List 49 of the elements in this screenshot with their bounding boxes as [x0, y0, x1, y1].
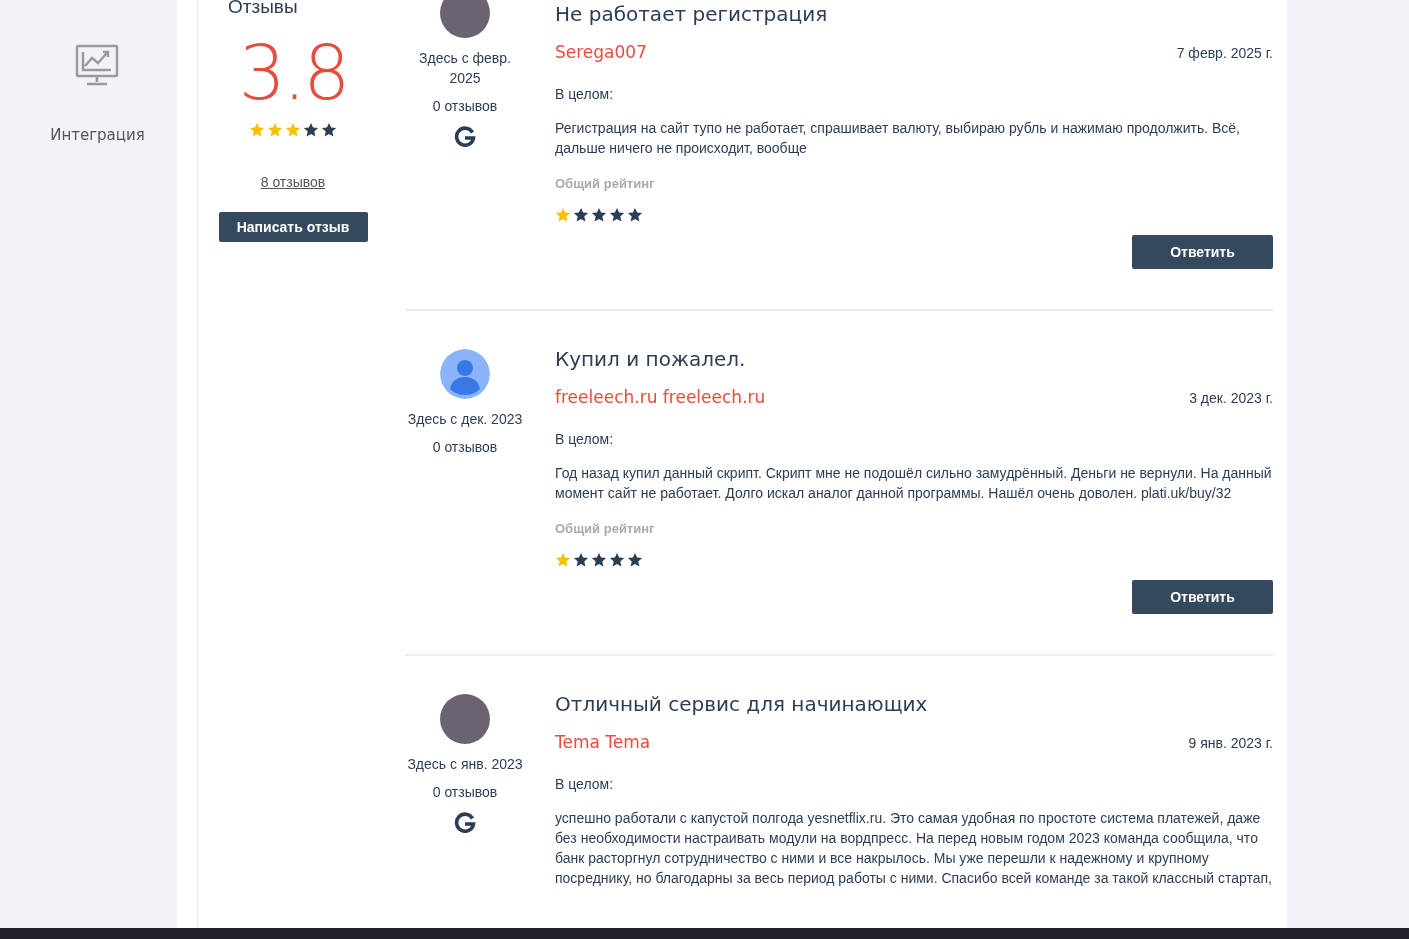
rating-label: Общий рейтинг: [555, 521, 656, 536]
review-date: 3 дек. 2023 г.: [1189, 390, 1273, 406]
avatar-icon: [440, 349, 490, 399]
overall-label: В целом:: [555, 776, 615, 792]
author-name[interactable]: Tema Tema: [555, 732, 651, 752]
monitor-chart-icon: [75, 44, 120, 86]
star-icon: [627, 552, 643, 568]
author-name[interactable]: Serega007: [555, 42, 647, 62]
review-date: 9 янв. 2023 г.: [1188, 735, 1273, 751]
star-icon: [285, 122, 301, 138]
review-title: Отличный сервис для начинающих: [555, 692, 929, 716]
reply-button[interactable]: Ответить: [1132, 580, 1273, 614]
review-text: Регистрация на сайт тупо не работает, спрашивает валюту, выбираю рубль и нажимаю продолжить. Всё, дальше ничего не происходит, вообще: [555, 119, 1241, 158]
review-title: Не работает регистрация: [555, 2, 829, 26]
author-name[interactable]: freeleech.ru freeleech.ru: [555, 387, 766, 407]
star-icon: [321, 122, 337, 138]
member-since: Здесь с февр. 2025: [418, 49, 512, 88]
review-title: Купил и пожалел.: [555, 347, 747, 371]
review-date: 7 февр. 2025 г.: [1176, 45, 1273, 61]
star-icon: [303, 122, 319, 138]
review-count: 0 отзывов: [432, 784, 498, 800]
review-text: Год назад купил данный скрипт. Скрипт мне не подошёл сильно замудрённый. Деньги не вернули. На данный момент сайт не работает. Долго искал аналог данной программы. Нашёл очень доволен. plati.uk/buy/32: [555, 464, 1273, 503]
star-icon: [555, 207, 571, 223]
avatar-photo-placeholder: [440, 694, 490, 744]
star-icon: [573, 552, 589, 568]
rating-label: Общий рейтинг: [555, 176, 656, 191]
star-icon: [609, 552, 625, 568]
star-icon: [627, 207, 643, 223]
overall-label: В целом:: [555, 431, 615, 447]
review-count: 0 отзывов: [432, 439, 498, 455]
avatar-photo-placeholder: [440, 0, 490, 38]
reviews-count-link[interactable]: 8 отзывов: [260, 174, 326, 190]
rating-score: 3.8: [238, 36, 348, 110]
section-title: Отзывы: [228, 0, 298, 18]
star-icon: [555, 552, 571, 568]
overall-label: В целом:: [555, 86, 615, 102]
write-review-button[interactable]: Написать отзыв: [218, 212, 368, 242]
review-text: успешно работали с капустой полгода yesnetflix.ru. Это самая удобная по простоте система платежей, даже без необходимости настраивать модули на вордпресс. На перед новым годом 2023 команда сообщила, что банк расторгнул сотрудничество с ними и все накрылось. Мы уже перешли к надежному и крупному посреднику, но благодарны за весь период работы с ними. Спасибо всей команде за такой классный стартап,: [555, 809, 1273, 888]
member-since: Здесь с дек. 2023: [406, 410, 524, 429]
star-icon: [573, 207, 589, 223]
star-icon: [267, 122, 283, 138]
star-icon: [591, 207, 607, 223]
review-count: 0 отзывов: [432, 98, 498, 114]
star-icon: [591, 552, 607, 568]
member-since: Здесь с янв. 2023: [406, 755, 524, 774]
reply-button[interactable]: Ответить: [1132, 235, 1273, 269]
sidebar-item[interactable]: Интеграция: [50, 44, 145, 144]
star-icon: [249, 122, 265, 138]
star-icon: [609, 207, 625, 223]
